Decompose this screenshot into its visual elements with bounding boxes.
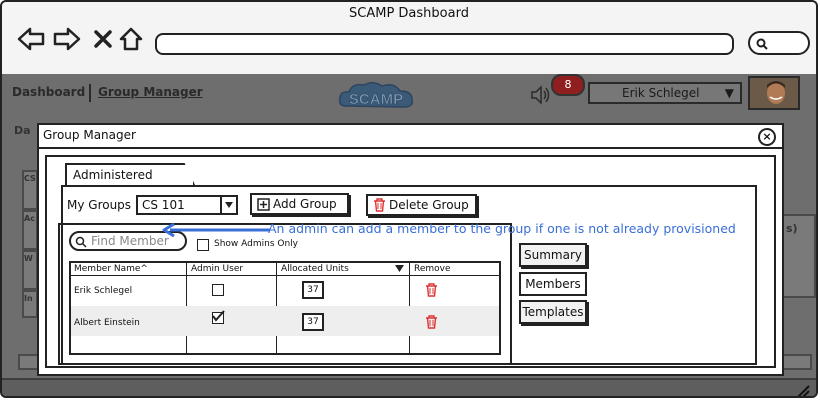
summary-button[interactable]: Summary xyxy=(519,243,587,267)
table-header: Member Name^ Admin User Allocated Units … xyxy=(71,263,499,276)
delete-group-button[interactable]: Delete Group xyxy=(366,194,477,216)
table-row: Albert Einstein 37 xyxy=(71,306,499,336)
bg-label-in: In xyxy=(24,294,33,303)
allocated-units-input[interactable]: 37 xyxy=(302,313,324,331)
forward-arrow-icon[interactable] xyxy=(52,24,82,54)
trash-icon xyxy=(374,198,385,212)
allocated-units-input[interactable]: 37 xyxy=(302,281,324,299)
member-name: Erik Schlegel xyxy=(74,286,133,296)
nav-separator xyxy=(89,84,91,102)
status-bar xyxy=(2,378,816,398)
show-admins-checkbox[interactable] xyxy=(197,239,209,251)
add-group-button[interactable]: Add Group xyxy=(250,193,349,215)
browser-search-field[interactable] xyxy=(748,31,810,55)
trash-icon[interactable] xyxy=(425,315,438,329)
show-admins-label: Show Admins Only xyxy=(214,239,298,249)
logo-text: SCAMP xyxy=(349,91,403,108)
back-arrow-icon[interactable] xyxy=(16,24,46,54)
col-header-remove: Remove xyxy=(414,264,451,274)
browser-titlebar: SCAMP Dashboard xyxy=(2,2,816,76)
add-group-label: Add Group xyxy=(273,197,337,211)
delete-group-label: Delete Group xyxy=(389,198,469,212)
members-table: Member Name^ Admin User Allocated Units … xyxy=(69,261,501,355)
browser-window: SCAMP Dashboard Dashboard Group Manager … xyxy=(0,0,818,398)
trash-icon[interactable] xyxy=(425,283,438,297)
admin-checkbox[interactable] xyxy=(212,284,224,296)
my-groups-label: My Groups xyxy=(67,198,132,212)
chevron-down-icon xyxy=(220,197,236,213)
checkmark-icon xyxy=(212,310,225,322)
col-header-admin-user[interactable]: Admin User xyxy=(191,264,243,274)
group-manager-modal: Group Manager × Administered Groups My G… xyxy=(37,123,784,376)
annotation-text: An admin can add a member to the group i… xyxy=(268,221,736,236)
col-header-allocated-units[interactable]: Allocated Units xyxy=(281,264,349,274)
resize-grip-icon[interactable] xyxy=(794,382,810,398)
user-avatar[interactable] xyxy=(748,76,800,110)
bg-label-w: W xyxy=(24,254,33,263)
templates-button[interactable]: Templates xyxy=(519,300,587,324)
close-x-icon[interactable] xyxy=(88,24,118,54)
user-name: Erik Schlegel xyxy=(622,86,700,100)
col-header-member-name[interactable]: Member Name^ xyxy=(74,264,148,274)
bg-label-da: Da xyxy=(14,124,31,137)
tab-administered-groups[interactable]: Administered Groups xyxy=(65,163,195,185)
close-icon[interactable]: × xyxy=(758,128,776,146)
bg-label-s: s) xyxy=(786,222,798,235)
home-icon[interactable] xyxy=(116,24,146,54)
window-title: SCAMP Dashboard xyxy=(349,6,469,21)
nav-link-dashboard[interactable]: Dashboard xyxy=(12,85,85,99)
modal-header: Group Manager × xyxy=(39,125,782,149)
sort-down-icon[interactable] xyxy=(395,265,404,272)
search-icon xyxy=(75,236,87,248)
find-member-placeholder: Find Member xyxy=(91,234,169,248)
group-select[interactable]: CS 101 xyxy=(136,195,238,215)
search-icon xyxy=(756,38,768,50)
annotation-arrow-icon xyxy=(162,222,270,238)
group-select-value: CS 101 xyxy=(142,198,185,212)
plus-icon xyxy=(257,197,270,211)
members-button[interactable]: Members xyxy=(519,272,587,296)
speaker-icon[interactable] xyxy=(530,85,552,105)
notification-badge[interactable]: 8 xyxy=(551,74,585,96)
member-name: Albert Einstein xyxy=(74,318,140,328)
scamp-logo: SCAMP xyxy=(338,82,414,108)
bg-label-cs: CS xyxy=(24,174,36,183)
bg-label-ac: Ac xyxy=(24,214,35,223)
table-row: Erik Schlegel 37 xyxy=(71,276,499,306)
user-dropdown[interactable]: Erik Schlegel ▼ xyxy=(588,82,742,104)
address-bar[interactable] xyxy=(155,33,734,55)
nav-link-group-manager[interactable]: Group Manager xyxy=(98,85,203,99)
modal-title: Group Manager xyxy=(43,128,136,142)
chevron-down-icon: ▼ xyxy=(724,86,734,100)
members-panel: Find Member Show Admins Only Member Name… xyxy=(58,223,512,365)
